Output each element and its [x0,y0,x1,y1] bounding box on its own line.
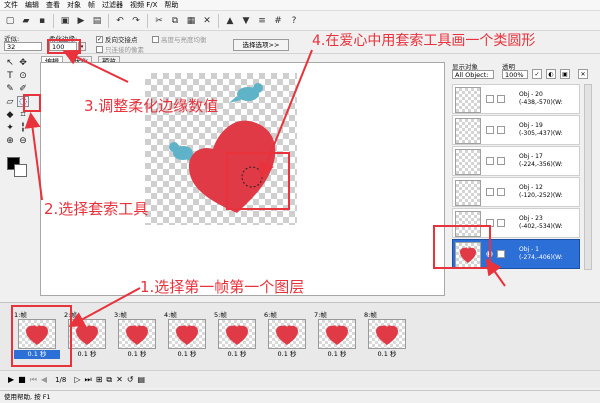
annotation-step-2: 2.选择套索工具 [44,200,149,218]
annotation-step-3: 3.调整柔化边缘数值 [84,97,219,115]
annotation-step-4: 4.在爱心中用套索工具画一个类圆形 [312,33,536,49]
annotation-step-1: 1.选择第一帧第一个图层 [140,278,305,296]
